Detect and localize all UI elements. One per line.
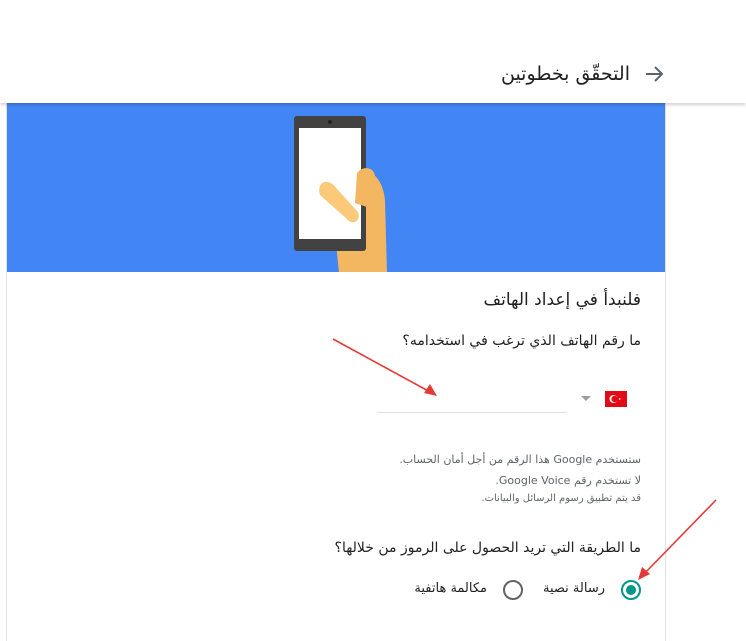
setup-title: فلنبدأ في إعداد الهاتف (483, 290, 642, 310)
phone-in-hand-illustration (294, 116, 387, 272)
radio-phone-call[interactable] (503, 580, 523, 600)
arrow-right-icon[interactable] (642, 62, 666, 86)
phone-call-label[interactable]: مكالمة هاتفية (414, 581, 487, 596)
phone-question: ما رقم الهاتف الذي ترغب في استخدامه؟ (402, 333, 641, 349)
text-message-label[interactable]: رسالة نصية (543, 581, 605, 596)
top-app-bar: التحقّق بخطوتين (0, 0, 746, 103)
page-title: التحقّق بخطوتين (500, 63, 630, 85)
radio-text-message[interactable] (621, 580, 641, 600)
info-google-voice: لا تستخدم رقم Google Voice. (495, 474, 641, 487)
phone-number-input[interactable] (377, 387, 567, 413)
country-dropdown-icon[interactable] (581, 396, 591, 401)
info-rates: قد يتم تطبيق رسوم الرسائل والبيانات. (481, 493, 641, 504)
setup-card: فلنبدأ في إعداد الهاتف ما رقم الهاتف الذ… (6, 103, 666, 641)
code-method-question: ما الطريقة التي تريد الحصول على الرموز م… (334, 540, 641, 556)
info-account-security: ستستخدم Google هذا الرقم من أجل أمان الح… (399, 453, 641, 466)
turkey-flag-icon[interactable] (605, 391, 627, 407)
hero-banner (7, 103, 665, 272)
